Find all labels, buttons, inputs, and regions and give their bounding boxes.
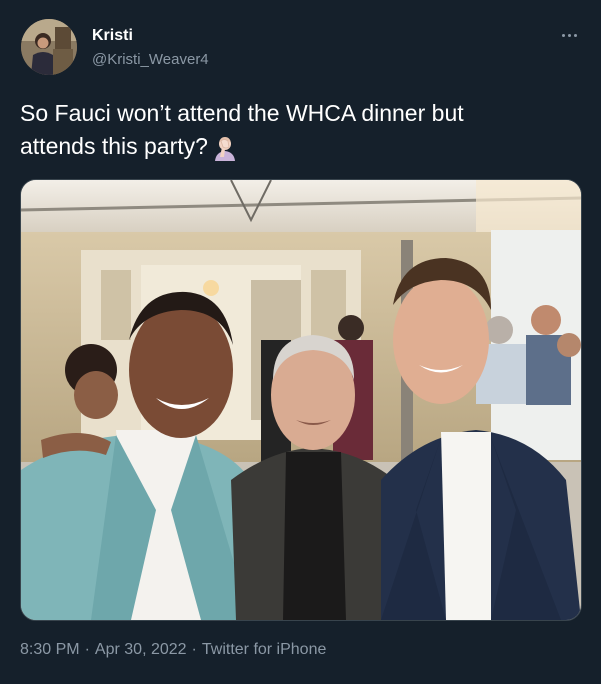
meta-separator: · xyxy=(191,641,197,658)
party-photo xyxy=(21,180,581,620)
tweet-text: So Fauci won’t attend the WHCA dinner bu… xyxy=(20,97,580,163)
tweet-text-line-1: So Fauci won’t attend the WHCA dinner bu… xyxy=(20,100,464,126)
tweet-time[interactable]: 8:30 PM xyxy=(20,641,80,658)
more-options-icon[interactable] xyxy=(556,24,582,46)
tweet: Kristi @Kristi_Weaver4 So Fauci won’t at… xyxy=(0,0,601,684)
tweet-text-line-2-words: attends this party? xyxy=(20,133,208,159)
facepalm-emoji-icon xyxy=(214,136,235,161)
tweet-meta: 8:30 PM · Apr 30, 2022 · Twitter for iPhone xyxy=(20,641,326,659)
meta-separator: · xyxy=(84,641,90,658)
tweet-text-line-2: attends this party? xyxy=(20,130,580,163)
avatar[interactable] xyxy=(21,19,77,75)
tweet-date[interactable]: Apr 30, 2022 xyxy=(95,641,187,658)
tweet-source[interactable]: Twitter for iPhone xyxy=(202,641,327,658)
tweet-photo[interactable] xyxy=(20,179,582,621)
display-name[interactable]: Kristi xyxy=(92,27,133,45)
avatar-photo xyxy=(21,19,77,75)
user-handle[interactable]: @Kristi_Weaver4 xyxy=(92,51,209,68)
